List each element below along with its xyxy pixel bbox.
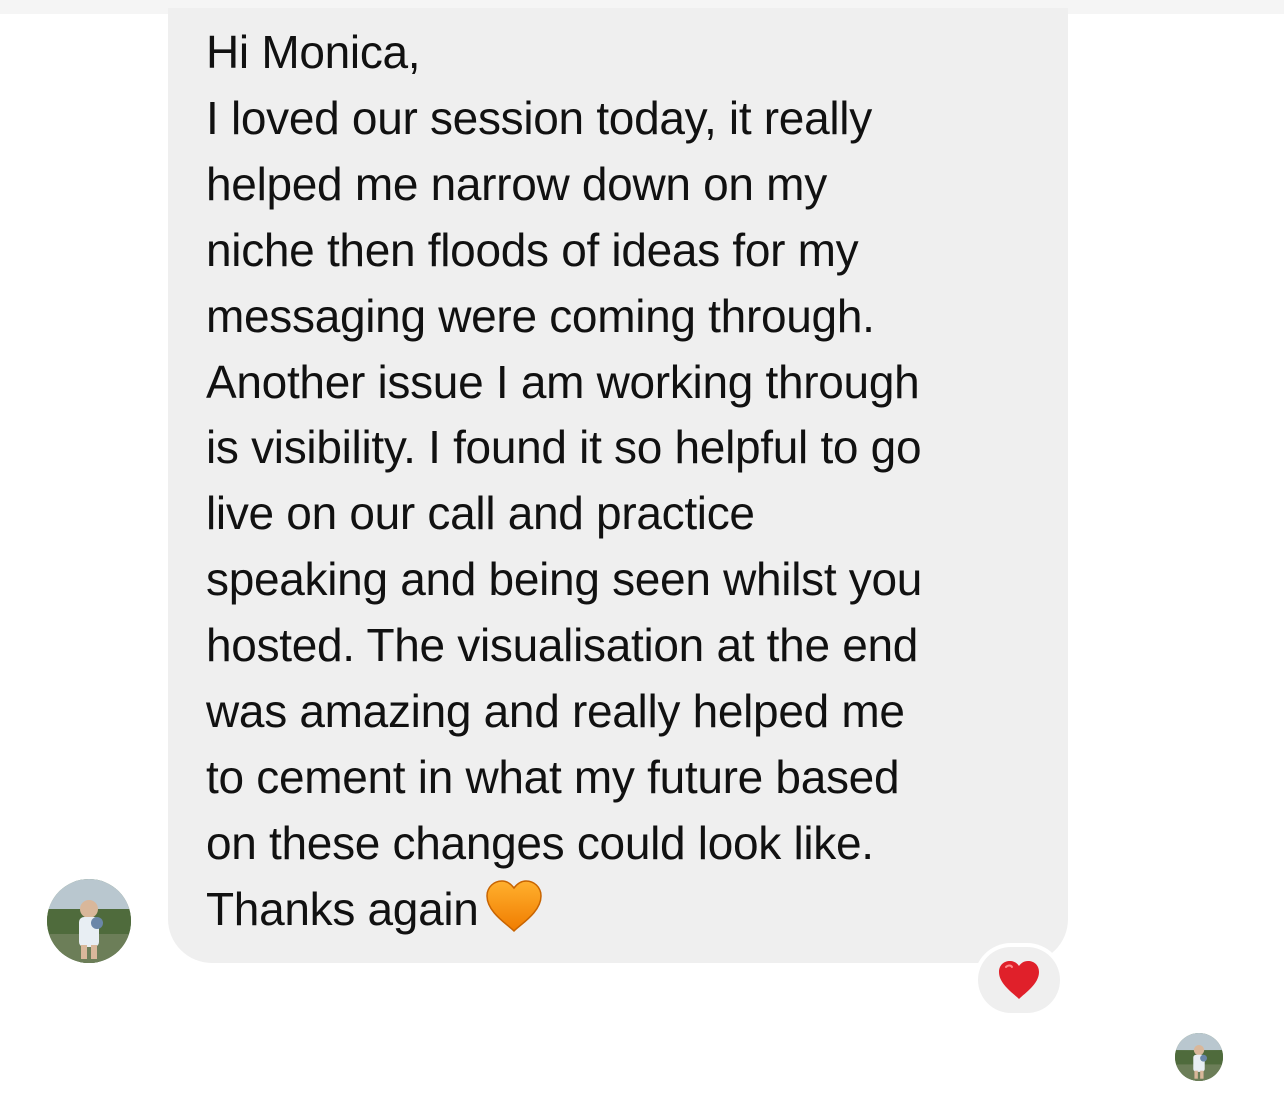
avatar-photo-icon [47,879,131,963]
reaction-badge[interactable] [978,947,1060,1013]
message-line: Another issue I am working through [206,355,920,408]
message-line: Thanks again [206,882,479,935]
message-line: niche then floods of ideas for my [206,223,859,276]
chat-screen: Hi Monica, I loved our session today, it… [0,0,1284,1104]
message-line: I loved our session today, it really [206,91,872,144]
message-line: was amazing and really helped me [206,685,905,738]
message-line: on these changes could look like. [206,816,874,869]
sender-avatar[interactable] [47,879,131,963]
orange-heart-icon [485,879,543,951]
message-line: is visibility. I found it so helpful to … [206,421,922,474]
avatar-photo-icon [1175,1033,1223,1081]
message-line: to cement in what my future based [206,750,900,803]
message-line: Hi Monica, [206,26,421,78]
message-line: hosted. The visualisation at the end [206,619,919,672]
red-heart-icon [999,961,1039,999]
message-line: live on our call and practice [206,487,755,540]
message-line: helped me narrow down on my [206,157,827,210]
message-line: speaking and being seen whilst you [206,553,923,606]
seen-avatar [1175,1033,1223,1081]
message-text: Hi Monica, I loved our session today, it… [206,20,1046,951]
message-line: messaging were coming through. [206,289,875,342]
message-last-line: Thanks again [206,877,1046,951]
